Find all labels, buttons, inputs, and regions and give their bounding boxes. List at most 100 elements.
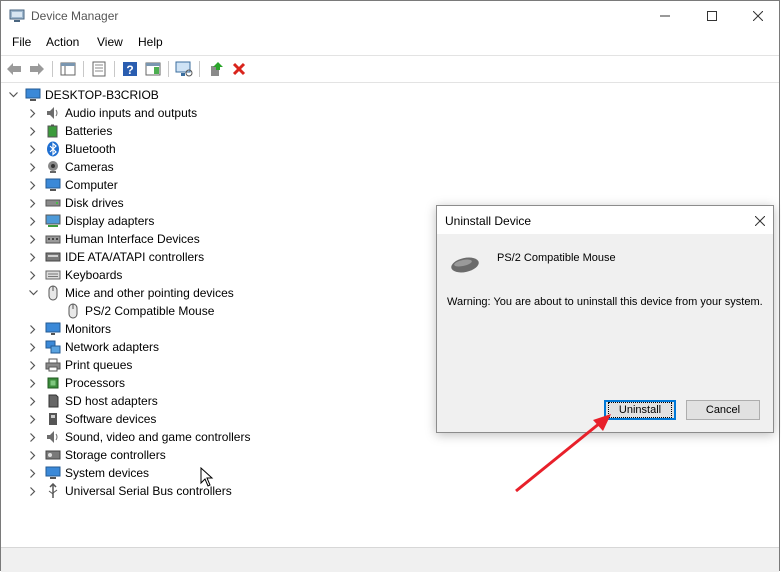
menu-action[interactable]: Action: [46, 35, 79, 49]
chevron-right-icon[interactable]: [27, 194, 39, 212]
tree-category-item[interactable]: Sound, video and game controllers: [27, 428, 250, 446]
svg-text:?: ?: [126, 63, 133, 77]
menu-help[interactable]: Help: [138, 35, 163, 49]
maximize-icon: [707, 11, 717, 21]
tree-category-item[interactable]: Batteries: [27, 122, 112, 140]
computer-icon: [25, 87, 41, 103]
chevron-right-icon[interactable]: [27, 392, 39, 410]
chevron-right-icon[interactable]: [27, 446, 39, 464]
tree-item-label: Batteries: [65, 124, 113, 138]
chevron-right-icon[interactable]: [27, 140, 39, 158]
tree-category-item[interactable]: Bluetooth: [27, 140, 116, 158]
back-arrow-icon: [7, 63, 21, 75]
software-device-icon: [45, 411, 61, 427]
mouse-cursor-icon: [200, 467, 214, 487]
speaker-icon: [45, 105, 61, 121]
keyboard-icon: [45, 267, 61, 283]
chevron-right-icon[interactable]: [27, 338, 39, 356]
dialog-close-button[interactable]: [754, 210, 766, 231]
uninstall-button[interactable]: Uninstall: [604, 400, 676, 420]
help-button[interactable]: ?: [121, 60, 139, 78]
scan-hardware-changes-button[interactable]: [175, 60, 193, 78]
chevron-right-icon[interactable]: [27, 482, 39, 500]
tree-item-label: PS/2 Compatible Mouse: [85, 304, 215, 318]
tree-item-label: Human Interface Devices: [65, 232, 200, 246]
tree-item-label: Cameras: [65, 160, 114, 174]
tree-category-item[interactable]: Display adapters: [27, 212, 154, 230]
tree-category-item[interactable]: Human Interface Devices: [27, 230, 200, 248]
chevron-right-icon[interactable]: [27, 464, 39, 482]
tree-item-label: Audio inputs and outputs: [65, 106, 198, 120]
chevron-right-icon[interactable]: [27, 320, 39, 338]
tree-category-item[interactable]: Disk drives: [27, 194, 124, 212]
chevron-right-icon[interactable]: [27, 212, 39, 230]
update-driver-button[interactable]: [207, 60, 225, 78]
console-tree-icon: [60, 62, 76, 76]
toolbar-separator: [114, 61, 115, 77]
tree-category-item[interactable]: Mice and other pointing devices: [27, 284, 234, 302]
minimize-icon: [660, 15, 670, 17]
tree-category-item[interactable]: System devices: [27, 464, 149, 482]
menu-view[interactable]: View: [97, 35, 123, 49]
mouse-icon: [65, 303, 81, 319]
tree-category-item[interactable]: Monitors: [27, 320, 111, 338]
chevron-right-icon[interactable]: [27, 158, 39, 176]
tree-category-item[interactable]: Cameras: [27, 158, 114, 176]
ide-controller-icon: [45, 249, 61, 265]
chevron-right-icon[interactable]: [27, 428, 39, 446]
title-bar: Device Manager: [1, 1, 779, 31]
usb-icon: [45, 483, 61, 499]
tree-category-item[interactable]: Storage controllers: [27, 446, 166, 464]
tree-item-label: Bluetooth: [65, 142, 116, 156]
tree-item-label: Print queues: [65, 358, 133, 372]
cancel-button-label: Cancel: [705, 404, 741, 416]
chevron-right-icon[interactable]: [27, 104, 39, 122]
network-adapter-icon: [45, 339, 61, 355]
tree-item-label: Storage controllers: [65, 448, 166, 462]
status-bar: [1, 547, 779, 572]
show-hide-console-tree-button[interactable]: [59, 60, 77, 78]
chevron-right-icon[interactable]: [27, 248, 39, 266]
chevron-down-icon[interactable]: [27, 284, 39, 302]
hid-icon: [45, 231, 61, 247]
tree-category-item[interactable]: Network adapters: [27, 338, 159, 356]
tree-category-item[interactable]: IDE ATA/ATAPI controllers: [27, 248, 204, 266]
back-button[interactable]: [5, 60, 23, 78]
window-title: Device Manager: [31, 9, 119, 23]
minimize-button[interactable]: [642, 1, 688, 31]
tree-category-item[interactable]: Software devices: [27, 410, 156, 428]
tree-category-item[interactable]: Audio inputs and outputs: [27, 104, 197, 122]
cancel-button[interactable]: Cancel: [686, 400, 760, 420]
tree-category-item[interactable]: SD host adapters: [27, 392, 158, 410]
tree-child-item[interactable]: PS/2 Compatible Mouse: [47, 302, 214, 320]
tree-item-label: Mice and other pointing devices: [65, 286, 234, 300]
system-device-icon: [45, 465, 61, 481]
chevron-right-icon[interactable]: [27, 356, 39, 374]
battery-icon: [45, 123, 61, 139]
tree-category-item[interactable]: Processors: [27, 374, 125, 392]
properties-button[interactable]: [90, 60, 108, 78]
chevron-right-icon[interactable]: [27, 266, 39, 284]
close-button[interactable]: [735, 1, 781, 31]
tree-category-item[interactable]: Keyboards: [27, 266, 122, 284]
chevron-down-icon[interactable]: [7, 86, 19, 104]
forward-button[interactable]: [28, 60, 46, 78]
tree-category-item[interactable]: Print queues: [27, 356, 132, 374]
maximize-button[interactable]: [689, 1, 735, 31]
tree-root[interactable]: DESKTOP-B3CRIOB: [7, 86, 159, 104]
chevron-right-icon[interactable]: [27, 230, 39, 248]
chevron-right-icon[interactable]: [27, 410, 39, 428]
action-pane-button[interactable]: [144, 60, 162, 78]
sd-card-icon: [45, 393, 61, 409]
chevron-right-icon[interactable]: [27, 122, 39, 140]
tree-category-item[interactable]: Computer: [27, 176, 118, 194]
chevron-right-icon[interactable]: [27, 374, 39, 392]
toolbar-separator: [83, 61, 84, 77]
forward-arrow-icon: [30, 63, 44, 75]
chevron-right-icon[interactable]: [27, 176, 39, 194]
tree-item-label: Network adapters: [65, 340, 160, 354]
uninstall-device-button[interactable]: [230, 60, 248, 78]
scan-hardware-icon: [175, 61, 193, 77]
dialog-device-name: PS/2 Compatible Mouse: [497, 252, 616, 264]
menu-file[interactable]: File: [12, 35, 31, 49]
